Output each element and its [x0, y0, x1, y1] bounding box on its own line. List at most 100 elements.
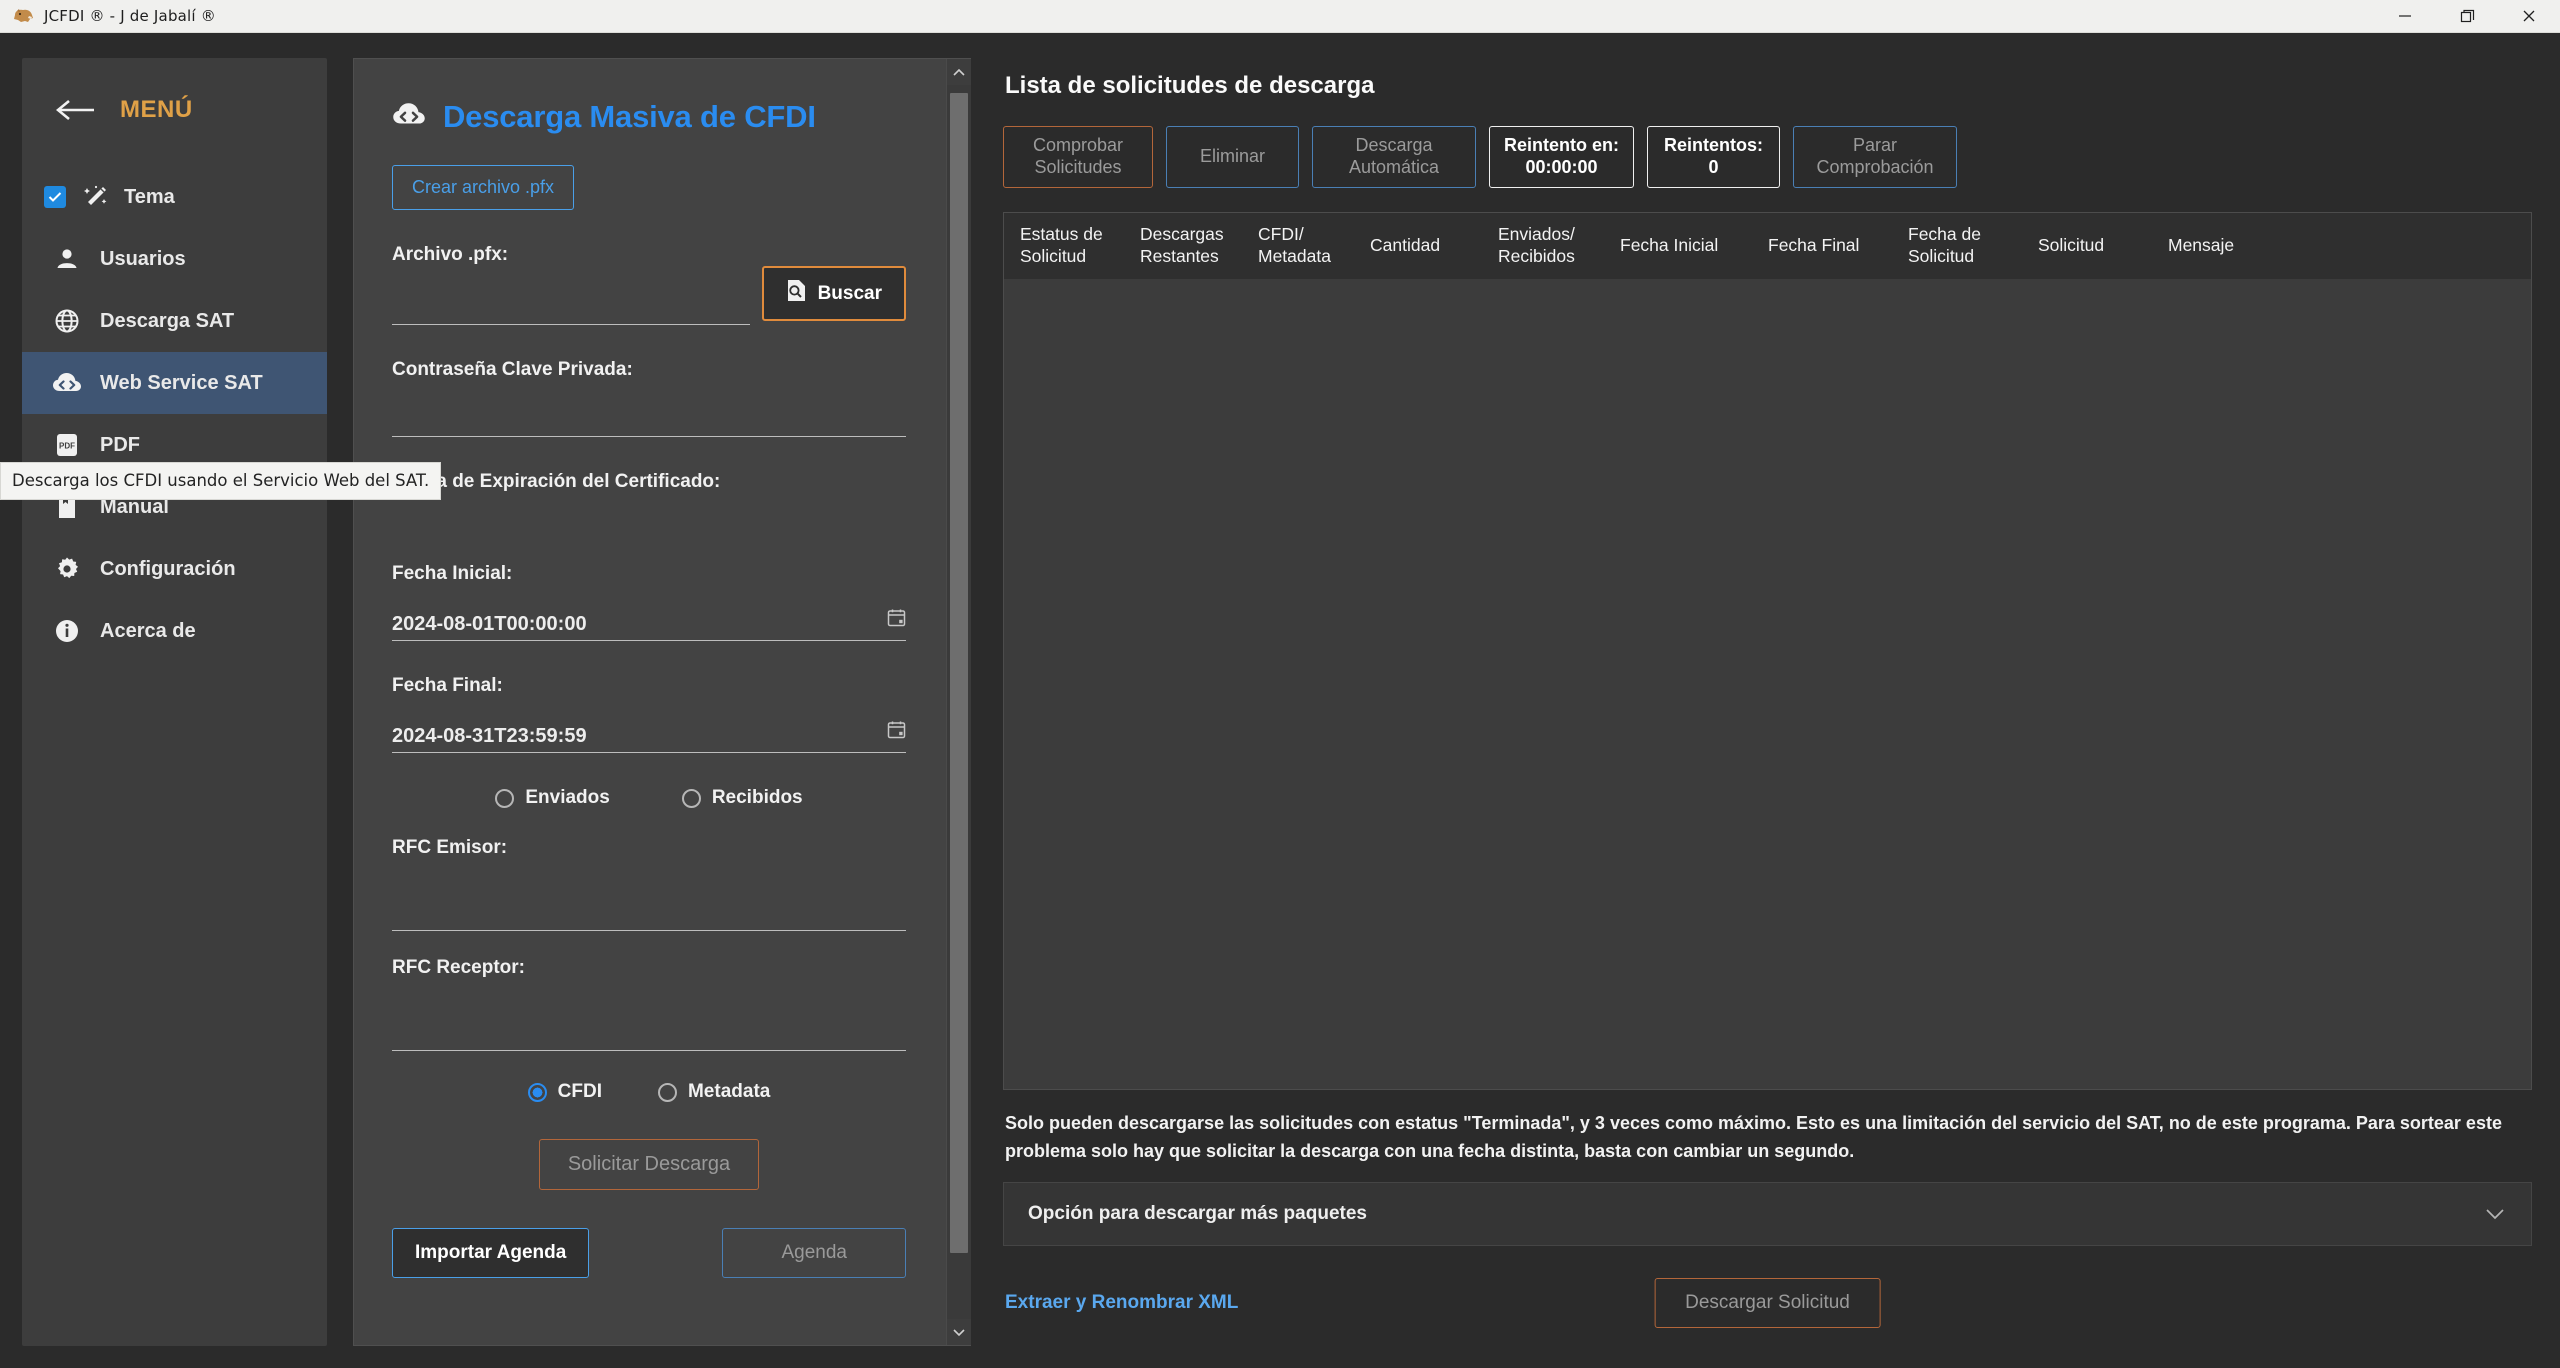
radio-metadata[interactable]: Metadata — [658, 1081, 770, 1103]
column-header-fecha-inicial[interactable]: Fecha Inicial — [1610, 235, 1758, 257]
radio-dot-icon — [658, 1083, 677, 1102]
column-header-enviados-recibidos[interactable]: Enviados/ Recibidos — [1488, 224, 1610, 268]
requests-action-row: Comprobar Solicitudes Eliminar Descarga … — [1003, 126, 2532, 188]
browse-button[interactable]: Buscar — [762, 266, 906, 321]
sidebar: MENÚ Tema — [22, 58, 327, 1346]
requests-panel: Lista de solicitudes de descarga Comprob… — [997, 58, 2532, 1346]
table-body[interactable] — [1004, 279, 2531, 1089]
button-line: Eliminar — [1200, 146, 1265, 168]
button-line: Comprobar — [1033, 135, 1123, 157]
button-line: Parar — [1853, 135, 1897, 157]
comprobar-solicitudes-button[interactable]: Comprobar Solicitudes — [1003, 126, 1153, 188]
form-header: Descarga Masiva de CFDI — [392, 99, 906, 135]
download-form: Descarga Masiva de CFDI Crear archivo .p… — [354, 59, 946, 1345]
back-arrow-icon[interactable] — [56, 97, 98, 123]
radio-recibidos[interactable]: Recibidos — [682, 787, 803, 809]
column-header-mensaje[interactable]: Mensaje — [2158, 235, 2318, 257]
extract-rename-xml-link[interactable]: Extraer y Renombrar XML — [1005, 1292, 1238, 1314]
accordion-label: Opción para descargar más paquetes — [1028, 1203, 1367, 1225]
rfc-emisor-input[interactable] — [392, 869, 906, 931]
sidebar-item-label: Configuración — [100, 558, 236, 581]
column-header-estatus[interactable]: Estatus de Solicitud — [1010, 224, 1130, 268]
theme-magic-icon — [81, 182, 111, 212]
end-date-input[interactable]: 2024-08-31T23:59:59 — [392, 707, 906, 753]
sidebar-item-descarga-sat[interactable]: Descarga SAT — [22, 290, 327, 352]
descarga-automatica-button[interactable]: Descarga Automática — [1312, 126, 1476, 188]
form-scrollbar[interactable] — [946, 59, 970, 1345]
download-form-panel: Descarga Masiva de CFDI Crear archivo .p… — [353, 58, 971, 1346]
browse-button-label: Buscar — [818, 283, 882, 305]
window-title: JCFDI ® - J de Jabalí ® — [44, 7, 216, 25]
calendar-icon[interactable] — [887, 608, 906, 633]
column-header-cfdi-metadata[interactable]: CFDI/ Metadata — [1248, 224, 1360, 268]
parar-comprobacion-button[interactable]: Parar Comprobación — [1793, 126, 1957, 188]
menu-header[interactable]: MENÚ — [22, 96, 327, 124]
info-icon — [52, 616, 82, 646]
chevron-down-icon[interactable] — [2485, 1203, 2505, 1226]
rfc-receptor-input[interactable] — [392, 989, 906, 1051]
private-key-password-input[interactable] — [392, 391, 906, 437]
sidebar-item-web-service-sat[interactable]: Web Service SAT — [22, 352, 327, 414]
sidebar-item-label: Acerca de — [100, 620, 196, 643]
restore-icon[interactable] — [2436, 0, 2498, 33]
window-controls — [2374, 0, 2560, 33]
doc-type-radio-group: CFDI Metadata — [392, 1081, 906, 1103]
sidebar-item-usuarios[interactable]: Usuarios — [22, 228, 327, 290]
cert-expiry-value-row — [392, 503, 906, 549]
pfx-file-label: Archivo .pfx: — [392, 244, 906, 266]
create-pfx-button[interactable]: Crear archivo .pfx — [392, 165, 574, 210]
reintento-en-indicator[interactable]: Reintento en: 00:00:00 — [1489, 126, 1634, 188]
button-line: Reintento en: — [1504, 135, 1619, 157]
minimize-icon[interactable] — [2374, 0, 2436, 33]
sidebar-item-tema[interactable]: Tema — [22, 166, 327, 228]
eliminar-button[interactable]: Eliminar — [1166, 126, 1299, 188]
page-title: Descarga Masiva de CFDI — [443, 99, 816, 135]
end-date-label: Fecha Final: — [392, 675, 906, 697]
start-date-input[interactable]: 2024-08-01T00:00:00 — [392, 595, 906, 641]
direction-radio-group: Enviados Recibidos — [392, 787, 906, 809]
sidebar-item-label: Usuarios — [100, 248, 186, 271]
column-header-cantidad[interactable]: Cantidad — [1360, 235, 1488, 257]
calendar-icon[interactable] — [887, 720, 906, 745]
start-date-value: 2024-08-01T00:00:00 — [392, 614, 587, 634]
sidebar-item-configuracion[interactable]: Configuración — [22, 538, 327, 600]
scrollbar-track[interactable] — [947, 85, 971, 1319]
column-header-solicitud[interactable]: Solicitud — [2028, 235, 2158, 257]
form-footer-buttons: Importar Agenda Agenda — [392, 1228, 906, 1298]
button-line: Automática — [1349, 157, 1439, 179]
user-icon — [52, 244, 82, 274]
column-header-descargas-restantes[interactable]: Descargas Restantes — [1130, 224, 1248, 268]
button-line: Descarga — [1355, 135, 1432, 157]
window-titlebar: JCFDI ® - J de Jabalí ® — [0, 0, 2560, 33]
boar-icon — [12, 7, 34, 25]
requests-footer: Extraer y Renombrar XML Descargar Solici… — [1003, 1272, 2532, 1346]
scroll-up-arrow-icon[interactable] — [947, 59, 971, 85]
request-download-button[interactable]: Solicitar Descarga — [539, 1139, 759, 1190]
scrollbar-thumb[interactable] — [950, 93, 968, 1253]
download-request-button[interactable]: Descargar Solicitud — [1654, 1278, 1881, 1328]
gear-icon — [52, 554, 82, 584]
cert-expiry-label: Fecha de Expiración del Certificado: — [392, 471, 906, 493]
reintentos-indicator[interactable]: Reintentos: 0 — [1647, 126, 1780, 188]
column-header-fecha-final[interactable]: Fecha Final — [1758, 235, 1898, 257]
radio-metadata-label: Metadata — [688, 1081, 770, 1103]
close-icon[interactable] — [2498, 0, 2560, 33]
private-key-password-label: Contraseña Clave Privada: — [392, 359, 906, 381]
scroll-down-arrow-icon[interactable] — [947, 1319, 971, 1345]
more-packages-accordion[interactable]: Opción para descargar más paquetes — [1003, 1182, 2532, 1246]
tema-checkbox[interactable] — [44, 186, 66, 208]
pfx-file-input[interactable] — [392, 279, 750, 325]
column-header-fecha-solicitud[interactable]: Fecha de Solicitud — [1898, 224, 2028, 268]
radio-dot-icon — [682, 789, 701, 808]
button-line: Solicitudes — [1034, 157, 1121, 179]
agenda-button[interactable]: Agenda — [722, 1228, 906, 1278]
radio-cfdi[interactable]: CFDI — [528, 1081, 602, 1103]
pdf-icon: PDF — [52, 430, 82, 460]
radio-dot-icon — [495, 789, 514, 808]
sidebar-item-label: Tema — [124, 186, 175, 209]
sidebar-item-acerca-de[interactable]: Acerca de — [22, 600, 327, 662]
import-agenda-button[interactable]: Importar Agenda — [392, 1228, 589, 1278]
sidebar-tooltip: Descarga los CFDI usando el Servicio Web… — [0, 462, 441, 500]
sidebar-item-label: Descarga SAT — [100, 310, 234, 333]
radio-enviados[interactable]: Enviados — [495, 787, 609, 809]
